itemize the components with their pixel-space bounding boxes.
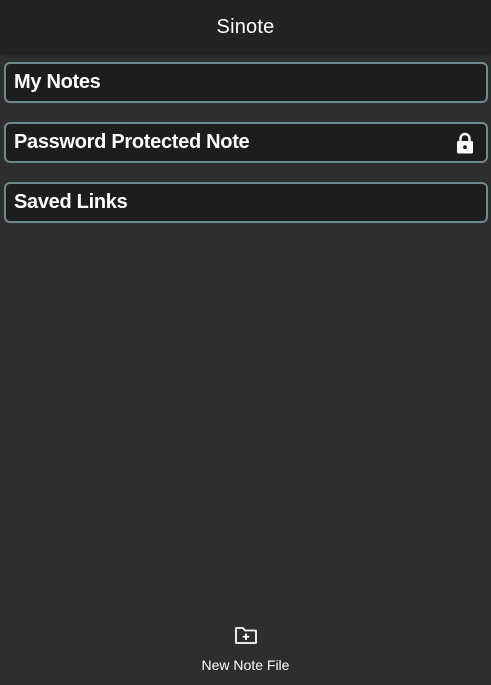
lock-icon	[456, 132, 474, 154]
new-note-file-button[interactable]: New Note File	[0, 624, 491, 673]
app-header: Sinote	[0, 0, 491, 53]
note-label: My Notes	[14, 71, 101, 93]
new-note-file-label: New Note File	[201, 657, 290, 673]
note-item-saved-links[interactable]: Saved Links	[4, 182, 488, 223]
note-label: Password Protected Note	[14, 131, 250, 153]
notes-list: My Notes Password Protected Note Saved L…	[4, 62, 488, 242]
app-window: Sinote My Notes Password Protected Note …	[0, 0, 491, 685]
note-item-password-protected[interactable]: Password Protected Note	[4, 122, 488, 163]
note-label: Saved Links	[14, 191, 128, 213]
app-title: Sinote	[216, 15, 275, 38]
new-folder-icon	[234, 624, 258, 646]
note-item-my-notes[interactable]: My Notes	[4, 62, 488, 103]
